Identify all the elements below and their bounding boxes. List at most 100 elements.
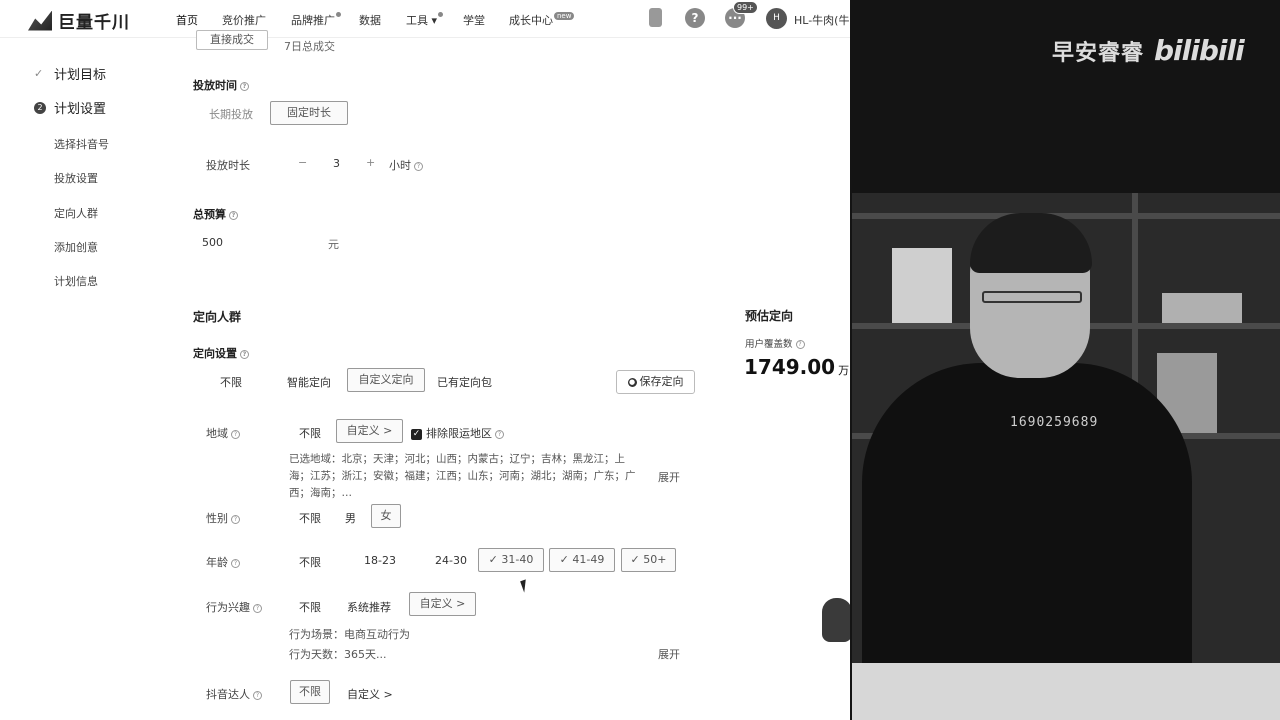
top-nav: 巨量千川 首页 竞价推广 品牌推广 数据 工具 ▾ 学堂 成长中心 new ? ·…	[0, 0, 850, 38]
age-opt-31-40-button[interactable]: ✓ 31-40	[478, 548, 544, 572]
targeting-opt-custom-button[interactable]: 自定义定向	[347, 368, 425, 392]
help-icon[interactable]: ?	[240, 81, 249, 91]
nav-data[interactable]: 数据	[359, 12, 381, 28]
help-icon[interactable]: ?	[685, 8, 705, 28]
logo-text: 巨量千川	[58, 13, 130, 33]
help-icon[interactable]: ?	[795, 340, 805, 349]
plus-button[interactable]: +	[366, 156, 375, 169]
interest-opt-system[interactable]: 系统推荐	[347, 599, 391, 615]
help-icon[interactable]: ?	[495, 429, 504, 439]
budget-title: 总预算?	[193, 206, 238, 222]
help-icon[interactable]: ?	[253, 603, 262, 613]
minus-button[interactable]: −	[298, 156, 307, 169]
sidebar-item-select-account[interactable]: 选择抖音号	[54, 136, 109, 152]
region-opt-none[interactable]: 不限	[299, 425, 321, 441]
targeting-opt-existing-pack[interactable]: 已有定向包	[437, 374, 492, 390]
step-number-icon: 2	[34, 101, 46, 114]
interest-opt-none[interactable]: 不限	[299, 599, 321, 615]
sidebar-step-plan-goal[interactable]: ✓ 计划目标	[34, 64, 106, 83]
person-body	[862, 363, 1192, 693]
help-icon[interactable]: ?	[231, 558, 240, 568]
sidebar-step-label: 计划设置	[54, 102, 107, 117]
sidebar-item-creative[interactable]: 添加创意	[54, 239, 98, 255]
help-icon[interactable]: ?	[240, 349, 249, 359]
nav-growth-label: 成长中心	[509, 14, 553, 27]
sidebar-item-plan-info[interactable]: 计划信息	[54, 273, 98, 289]
nav-growth[interactable]: 成长中心 new	[509, 12, 575, 28]
check-icon: ✓	[34, 67, 44, 80]
seven-day-deal-option[interactable]: 7日总成交	[284, 38, 335, 54]
user-name[interactable]: HL-牛肉(牛	[794, 12, 849, 28]
budget-title-label: 总预算	[193, 208, 226, 221]
nav-brand-label: 品牌推广	[291, 14, 335, 27]
nav-tools-label: 工具	[406, 14, 428, 27]
sidebar-step-plan-settings[interactable]: 2 计划设置	[34, 98, 106, 117]
budget-input[interactable]: 500	[202, 236, 223, 249]
age-opt-24-30[interactable]: 24-30	[435, 554, 467, 567]
direct-deal-button[interactable]: 直接成交	[196, 30, 268, 50]
check-icon: ✓	[630, 553, 644, 566]
person-hair	[970, 213, 1092, 273]
checkbox-checked-icon: ✓	[411, 428, 422, 440]
estimate-sub-label: 用户覆盖数	[745, 339, 793, 350]
douyin-custom-link[interactable]: 自定义 >	[347, 686, 393, 702]
help-icon[interactable]: ?	[229, 210, 238, 220]
nav-brand[interactable]: 品牌推广	[291, 12, 341, 28]
bilibili-logo: bilibili	[1154, 34, 1245, 67]
gender-opt-none[interactable]: 不限	[299, 510, 321, 526]
check-icon: ✓	[488, 553, 502, 566]
save-targeting-button[interactable]: ● 保存定向	[616, 370, 695, 394]
schedule-title: 投放时间?	[193, 77, 249, 93]
nav-home[interactable]: 首页	[176, 12, 198, 28]
region-expand-link[interactable]: 展开	[658, 469, 680, 485]
avatar[interactable]: H	[766, 8, 787, 29]
sidebar-item-delivery-settings[interactable]: 投放设置	[54, 170, 98, 186]
targeting-opt-none[interactable]: 不限	[220, 374, 242, 390]
douyin-opt-none-button[interactable]: 不限	[290, 680, 330, 704]
help-icon[interactable]: ?	[231, 429, 240, 439]
nav-tools[interactable]: 工具 ▾	[406, 12, 444, 28]
sidebar-item-targeting[interactable]: 定向人群	[54, 205, 98, 221]
new-badge: new	[554, 12, 575, 20]
region-custom-button[interactable]: 自定义 >	[336, 419, 403, 443]
help-icon[interactable]: ?	[414, 161, 423, 171]
mobile-icon[interactable]	[649, 8, 662, 27]
gender-opt-male[interactable]: 男	[345, 510, 356, 526]
douyin-creator-label: 抖音达人?	[206, 686, 262, 702]
check-icon: ✓	[559, 553, 573, 566]
help-icon[interactable]: ?	[231, 514, 240, 524]
selected-regions-text: 已选地域：北京；天津；河北；山西；内蒙古；辽宁；吉林；黑龙江；上海；江苏；浙江；…	[289, 453, 636, 499]
age-opt-none[interactable]: 不限	[299, 554, 321, 570]
fixed-duration-button[interactable]: 固定时长	[270, 101, 348, 125]
help-icon[interactable]: ?	[253, 690, 262, 700]
interest-custom-button[interactable]: 自定义 >	[409, 592, 476, 616]
interest-days-text: 行为天数：365天...	[289, 648, 387, 661]
age-opt-50plus-button[interactable]: ✓ 50+	[621, 548, 676, 572]
age-opt-41-49-button[interactable]: ✓ 41-49	[549, 548, 615, 572]
age-label-text: 年龄	[206, 556, 228, 569]
bilibili-watermark: 早安睿睿 bilibili	[1052, 34, 1245, 67]
long-term-option[interactable]: 长期投放	[209, 106, 253, 122]
estimate-title: 预估定向	[745, 309, 794, 323]
mouse-cursor-icon	[520, 579, 530, 593]
age-opt-18-23[interactable]: 18-23	[364, 554, 396, 567]
exclude-restricted-checkbox[interactable]: ✓ 排除限运地区?	[411, 425, 504, 441]
message-count-badge: 99+	[733, 1, 758, 14]
targeting-opt-smart[interactable]: 智能定向	[287, 374, 331, 390]
gender-opt-female-button[interactable]: 女	[371, 504, 401, 528]
exclude-restricted-label: 排除限运地区	[426, 427, 492, 440]
save-icon: ●	[627, 377, 637, 387]
estimate-unit: 万	[838, 364, 850, 377]
duration-label: 投放时长	[206, 159, 250, 172]
nav-bidding[interactable]: 竞价推广	[222, 12, 266, 28]
webcam-feed: 1690259689	[852, 193, 1280, 720]
glasses	[982, 291, 1082, 303]
targeting-setting-label: 定向设置	[193, 347, 237, 360]
mascot-assistant-icon[interactable]	[822, 598, 850, 642]
region-label: 地域?	[206, 425, 240, 441]
logo[interactable]: 巨量千川	[28, 8, 130, 33]
book-image	[892, 248, 952, 323]
duration-input[interactable]: 3	[333, 157, 340, 170]
nav-academy[interactable]: 学堂	[463, 12, 485, 28]
interest-expand-link[interactable]: 展开	[658, 646, 680, 662]
